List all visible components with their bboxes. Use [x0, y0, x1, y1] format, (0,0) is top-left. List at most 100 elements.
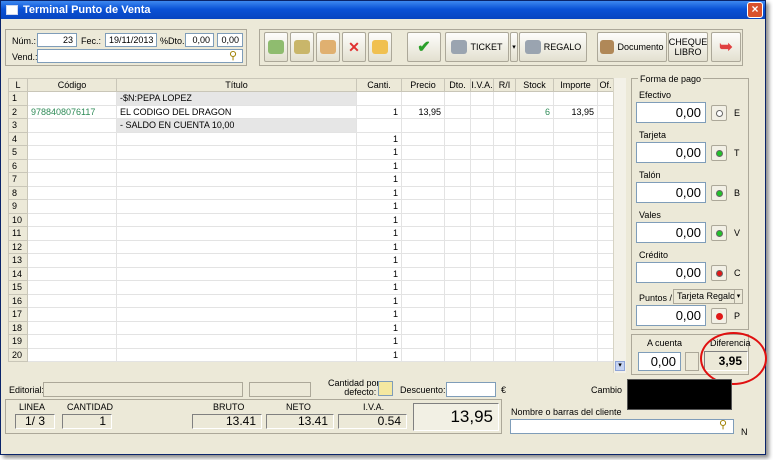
cell-canti[interactable]: 1 — [356, 104, 402, 119]
cell-iva[interactable] — [470, 320, 494, 335]
cell-importe[interactable] — [553, 199, 598, 214]
cell-iva[interactable] — [470, 118, 494, 133]
edit-button[interactable] — [316, 32, 340, 62]
payment-amount-input[interactable]: 0,00 — [636, 222, 706, 243]
cell-codigo[interactable] — [27, 145, 117, 160]
cell-importe[interactable] — [553, 347, 598, 362]
cell-stock[interactable] — [515, 307, 554, 322]
cell-importe[interactable] — [553, 131, 598, 146]
cell-canti[interactable]: 1 — [356, 145, 402, 160]
payment-button[interactable] — [711, 105, 727, 121]
cantidad-defecto-box[interactable] — [378, 381, 393, 396]
new-button[interactable] — [368, 32, 392, 62]
cell-importe[interactable] — [553, 239, 598, 254]
cell-titulo[interactable] — [116, 347, 357, 362]
cell-ri[interactable] — [493, 334, 516, 349]
table-row[interactable]: 11 1 — [8, 226, 614, 241]
payment-amount-input[interactable]: 0,00 — [636, 142, 706, 163]
cell-iva[interactable] — [470, 239, 494, 254]
table-row[interactable]: 19 1 — [8, 334, 614, 349]
cell-precio[interactable] — [401, 172, 445, 187]
cell-iva[interactable] — [470, 91, 494, 106]
cheque-libro-button[interactable]: CHEQUE LIBRO — [668, 32, 708, 62]
cell-ri[interactable] — [493, 226, 516, 241]
puntos-dropdown[interactable]: ▾ — [734, 289, 743, 304]
cell-ri[interactable] — [493, 131, 516, 146]
cell-dto[interactable] — [444, 226, 471, 241]
cell-titulo[interactable] — [116, 131, 357, 146]
cell-canti[interactable]: 1 — [356, 131, 402, 146]
cell-codigo[interactable] — [27, 185, 117, 200]
table-row[interactable]: 1 -$N:PEPA LOPEZ — [8, 91, 614, 106]
cell-canti[interactable] — [356, 118, 402, 133]
cell-canti[interactable]: 1 — [356, 253, 402, 268]
cell-ri[interactable] — [493, 307, 516, 322]
cell-precio[interactable] — [401, 91, 445, 106]
cell-precio[interactable] — [401, 226, 445, 241]
cell-dto[interactable] — [444, 118, 471, 133]
cell-dto[interactable] — [444, 212, 471, 227]
cell-codigo[interactable] — [27, 293, 117, 308]
cell-ri[interactable] — [493, 199, 516, 214]
cell-precio[interactable] — [401, 266, 445, 281]
editorial-input[interactable] — [43, 382, 243, 397]
cell-codigo[interactable] — [27, 320, 117, 335]
cell-codigo[interactable] — [27, 212, 117, 227]
cell-canti[interactable]: 1 — [356, 199, 402, 214]
table-row[interactable]: 2 9788408076117 EL CODIGO DEL DRAGON 1 13,95… — [8, 104, 614, 119]
payment-button[interactable] — [711, 185, 727, 201]
table-row[interactable]: 51 — [8, 145, 614, 160]
puntos-select[interactable]: Tarjeta Regalo — [673, 289, 735, 304]
cell-canti[interactable]: 1 — [356, 172, 402, 187]
cell-titulo[interactable] — [116, 199, 357, 214]
regalo-button[interactable]: REGALO — [519, 32, 587, 62]
cell-importe[interactable] — [553, 185, 598, 200]
close-button[interactable]: × — [747, 2, 763, 18]
cell-importe[interactable]: 13,95 — [553, 104, 598, 119]
cell-of[interactable] — [597, 266, 614, 281]
cell-canti[interactable]: 1 — [356, 212, 402, 227]
cell-of[interactable] — [597, 239, 614, 254]
cell-ri[interactable] — [493, 172, 516, 187]
table-row[interactable]: 12 1 — [8, 239, 614, 254]
table-row[interactable]: 3 - SALDO EN CUENTA 10,00 — [8, 118, 614, 133]
cell-stock[interactable] — [515, 280, 554, 295]
cell-dto[interactable] — [444, 131, 471, 146]
cell-of[interactable] — [597, 293, 614, 308]
num-input[interactable]: 23 — [37, 33, 77, 47]
cell-iva[interactable] — [470, 131, 494, 146]
cell-ri[interactable] — [493, 293, 516, 308]
payment-button[interactable] — [711, 225, 727, 241]
column-header[interactable]: L — [8, 78, 28, 92]
cell-canti[interactable]: 1 — [356, 320, 402, 335]
cell-precio[interactable] — [401, 334, 445, 349]
cell-ri[interactable] — [493, 158, 516, 173]
cell-codigo[interactable] — [27, 253, 117, 268]
scroll-down-button[interactable]: ▾ — [615, 361, 625, 371]
table-row[interactable]: 13 1 — [8, 253, 614, 268]
cell-codigo[interactable] — [27, 172, 117, 187]
cell-codigo[interactable] — [27, 347, 117, 362]
cell-stock[interactable]: 6 — [515, 104, 554, 119]
cell-codigo[interactable] — [27, 334, 117, 349]
cell-dto[interactable] — [444, 334, 471, 349]
cell-iva[interactable] — [470, 145, 494, 160]
cell-dto[interactable] — [444, 145, 471, 160]
cell-stock[interactable] — [515, 91, 554, 106]
cell-dto[interactable] — [444, 91, 471, 106]
cell-ri[interactable] — [493, 91, 516, 106]
cell-importe[interactable] — [553, 158, 598, 173]
table-row[interactable]: 91 — [8, 199, 614, 214]
cell-titulo[interactable] — [116, 172, 357, 187]
cell-codigo[interactable] — [27, 307, 117, 322]
cell-ri[interactable] — [493, 185, 516, 200]
cell-ri[interactable] — [493, 145, 516, 160]
cell-canti[interactable]: 1 — [356, 226, 402, 241]
cell-iva[interactable] — [470, 266, 494, 281]
table-row[interactable]: 81 — [8, 185, 614, 200]
cell-precio[interactable] — [401, 158, 445, 173]
column-header[interactable]: Precio — [401, 78, 445, 92]
cell-stock[interactable] — [515, 199, 554, 214]
cell-codigo[interactable] — [27, 158, 117, 173]
cell-dto[interactable] — [444, 239, 471, 254]
